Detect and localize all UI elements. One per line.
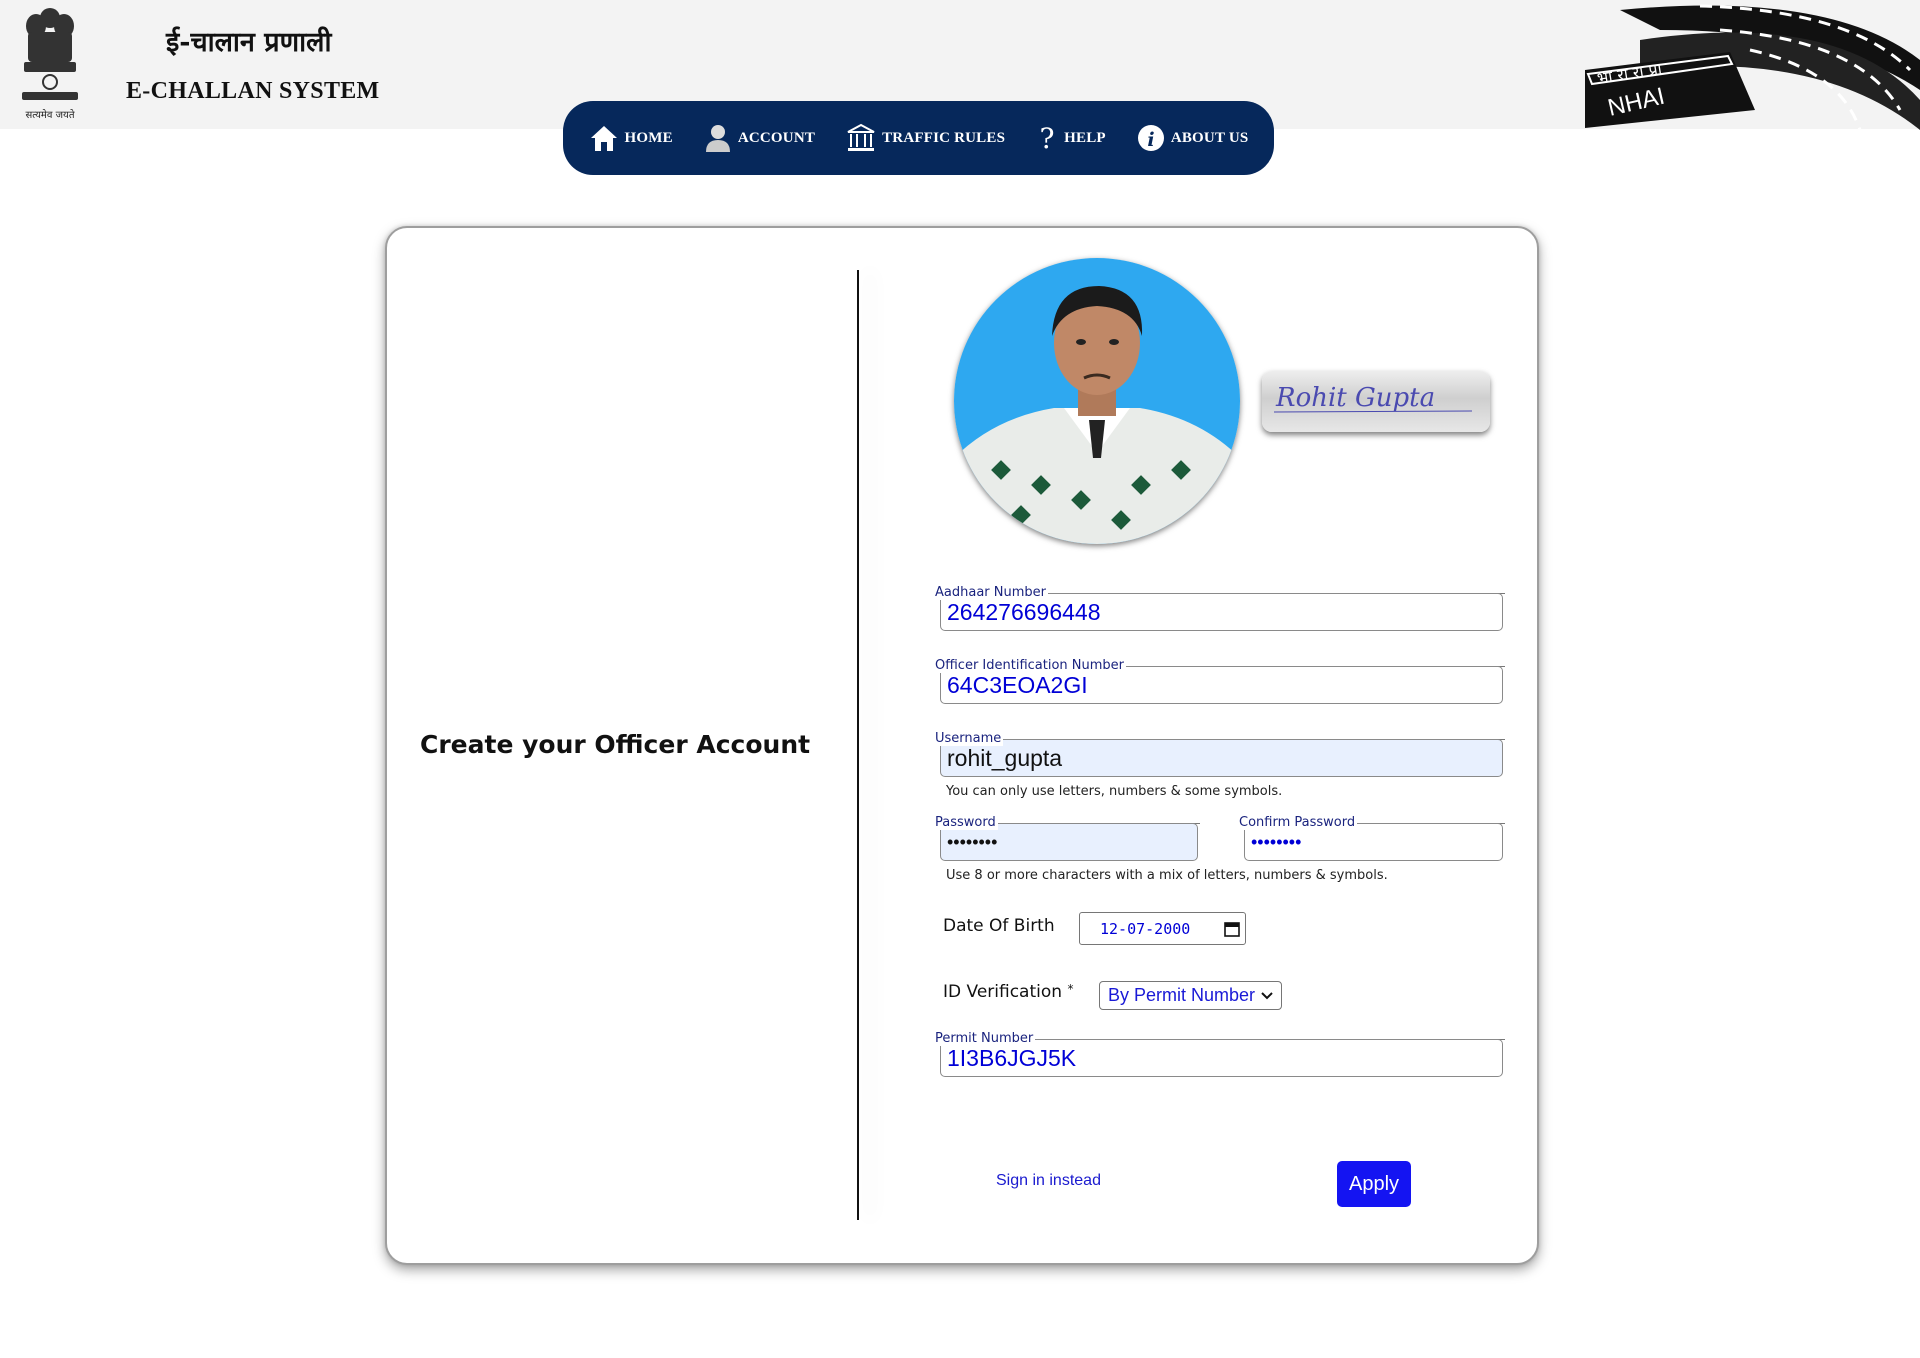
dob-input[interactable]: 12-07-2000 <box>1079 912 1246 945</box>
building-icon <box>847 123 875 151</box>
id-verification-label-text: ID Verification <box>943 982 1063 1002</box>
dob-label: Date Of Birth <box>943 916 1055 936</box>
username-field: Username rohit_gupta <box>935 732 1505 782</box>
id-verification-label: ID Verification * <box>943 982 1073 1002</box>
confirm-password-label: Confirm Password <box>1239 815 1358 830</box>
signup-card: Create your Officer Account Rohit Gupta … <box>385 226 1539 1265</box>
svg-text:i: i <box>1147 129 1154 151</box>
nav-account[interactable]: ACCOUNT <box>704 123 815 153</box>
nav-home-label: HOME <box>624 129 673 146</box>
username-hint: You can only use letters, numbers & some… <box>946 784 1283 799</box>
confirm-password-field: Confirm Password •••••••• <box>1239 816 1505 866</box>
chevron-down-icon <box>1261 991 1273 999</box>
nav-traffic-rules-label: TRAFFIC RULES <box>882 129 1006 146</box>
page-title: Create your Officer Account <box>420 730 811 759</box>
calendar-icon[interactable] <box>1224 921 1240 937</box>
site-title: E-CHALLAN SYSTEM <box>126 78 380 104</box>
nav-help-label: HELP <box>1064 129 1106 146</box>
svg-text:?: ? <box>1040 122 1055 154</box>
officer-id-label: Officer Identification Number <box>935 658 1127 673</box>
hindi-title: ई-चालान प्रणाली <box>166 27 332 58</box>
profile-photo <box>954 258 1240 544</box>
permit-label: Permit Number <box>935 1031 1036 1046</box>
home-icon <box>590 126 617 151</box>
password-label: Password <box>935 815 998 830</box>
main-nav: HOME ACCOUNT TRAFFIC RULES ? HELP i ABOU… <box>563 101 1274 175</box>
nav-traffic-rules[interactable]: TRAFFIC RULES <box>846 123 1005 153</box>
nav-about-label: ABOUT US <box>1170 129 1249 146</box>
aadhaar-field: Aadhaar Number 264276696448 <box>935 586 1505 636</box>
password-field: Password •••••••• <box>935 816 1200 866</box>
nhai-logo: भा रा रा प्रा NHAI <box>1585 4 1920 130</box>
officer-id-field: Officer Identification Number 64C3EOA2GI <box>935 659 1505 709</box>
nav-about[interactable]: i ABOUT US <box>1137 124 1249 152</box>
nav-help[interactable]: ? HELP <box>1036 122 1106 154</box>
required-mark: * <box>1067 982 1074 996</box>
signature-text: Rohit Gupta <box>1275 383 1435 413</box>
sign-in-link[interactable]: Sign in instead <box>996 1172 1101 1190</box>
user-icon <box>705 125 730 152</box>
dob-value: 12-07-2000 <box>1100 919 1191 938</box>
id-verification-select[interactable]: By Permit Number <box>1099 981 1282 1010</box>
vertical-divider <box>857 270 859 1220</box>
nav-home[interactable]: HOME <box>589 123 673 153</box>
signature-image: Rohit Gupta <box>1262 371 1490 432</box>
question-icon: ? <box>1040 122 1055 154</box>
emblem-motto: सत्यमेव जयते <box>25 109 74 121</box>
info-icon: i <box>1137 125 1164 151</box>
id-verification-selected: By Permit Number <box>1108 985 1256 1005</box>
nav-account-label: ACCOUNT <box>737 129 816 146</box>
username-label: Username <box>935 731 1004 746</box>
aadhaar-label: Aadhaar Number <box>935 585 1048 600</box>
permit-field: Permit Number 1I3B6JGJ5K <box>935 1032 1505 1082</box>
apply-button[interactable]: Apply <box>1337 1161 1411 1207</box>
password-hint: Use 8 or more characters with a mix of l… <box>946 868 1388 883</box>
username-input[interactable]: rohit_gupta <box>940 739 1503 777</box>
national-emblem-logo: सत्यमेव जयते <box>22 8 78 121</box>
